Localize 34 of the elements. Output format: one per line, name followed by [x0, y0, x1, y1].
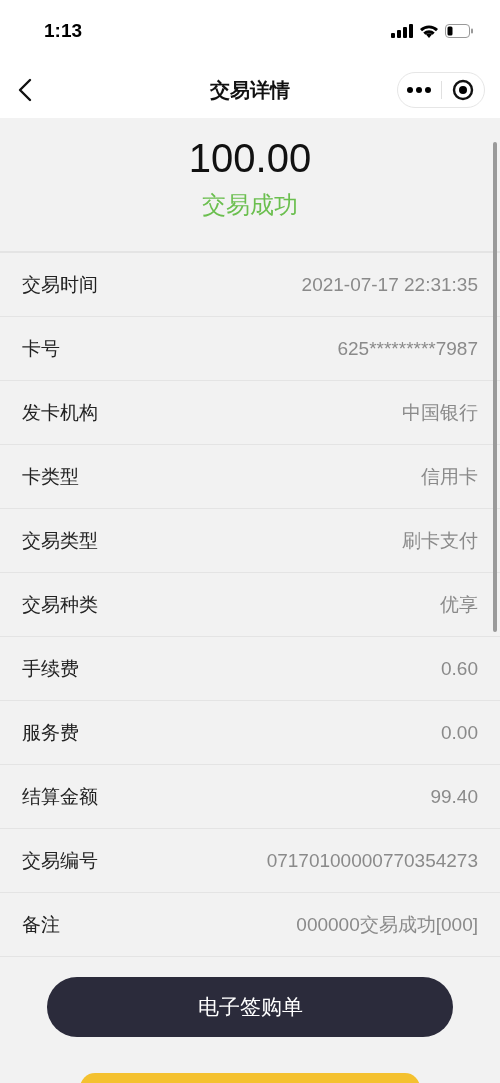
detail-value: 99.40	[430, 785, 478, 808]
detail-value: 中国银行	[402, 400, 478, 425]
back-icon	[18, 78, 32, 102]
detail-value: 0.60	[441, 657, 478, 680]
signal-icon	[391, 24, 413, 38]
detail-label: 交易时间	[22, 272, 98, 297]
amount: 100.00	[188, 135, 312, 181]
target-icon	[451, 79, 474, 101]
status-text: 交易成功	[202, 190, 298, 220]
detail-label: 服务费	[22, 720, 79, 745]
detail-label: 发卡机构	[22, 400, 98, 425]
detail-label: 交易类型	[22, 528, 98, 553]
detail-label: 结算金额	[22, 784, 98, 809]
back-button[interactable]	[18, 78, 32, 102]
detail-label: 卡号	[22, 336, 60, 361]
status-time: 1:13	[44, 20, 83, 42]
detail-label: 卡类型	[22, 464, 79, 489]
detail-value: 优享	[440, 592, 478, 617]
detail-value: 625*********7987	[337, 337, 478, 360]
battery-icon	[445, 24, 474, 38]
detail-label: 交易编号	[22, 848, 98, 873]
detail-label: 交易种类	[22, 592, 98, 617]
detail-value: 刷卡支付	[402, 528, 478, 553]
detail-label: 备注	[22, 912, 60, 937]
detail-label: 手续费	[22, 656, 79, 681]
detail-value: 000000交易成功[000]	[296, 912, 478, 937]
detail-value: 2021-07-17 22:31:35	[301, 273, 478, 296]
more-icon	[407, 87, 432, 93]
detail-value: 07170100000770354273	[266, 849, 478, 872]
detail-value: 0.00	[441, 721, 478, 744]
detail-value: 信用卡	[421, 464, 478, 489]
wifi-icon	[419, 24, 439, 38]
receipt-button[interactable]: 电子签购单	[47, 977, 453, 1037]
page-title: 交易详情	[210, 77, 290, 103]
